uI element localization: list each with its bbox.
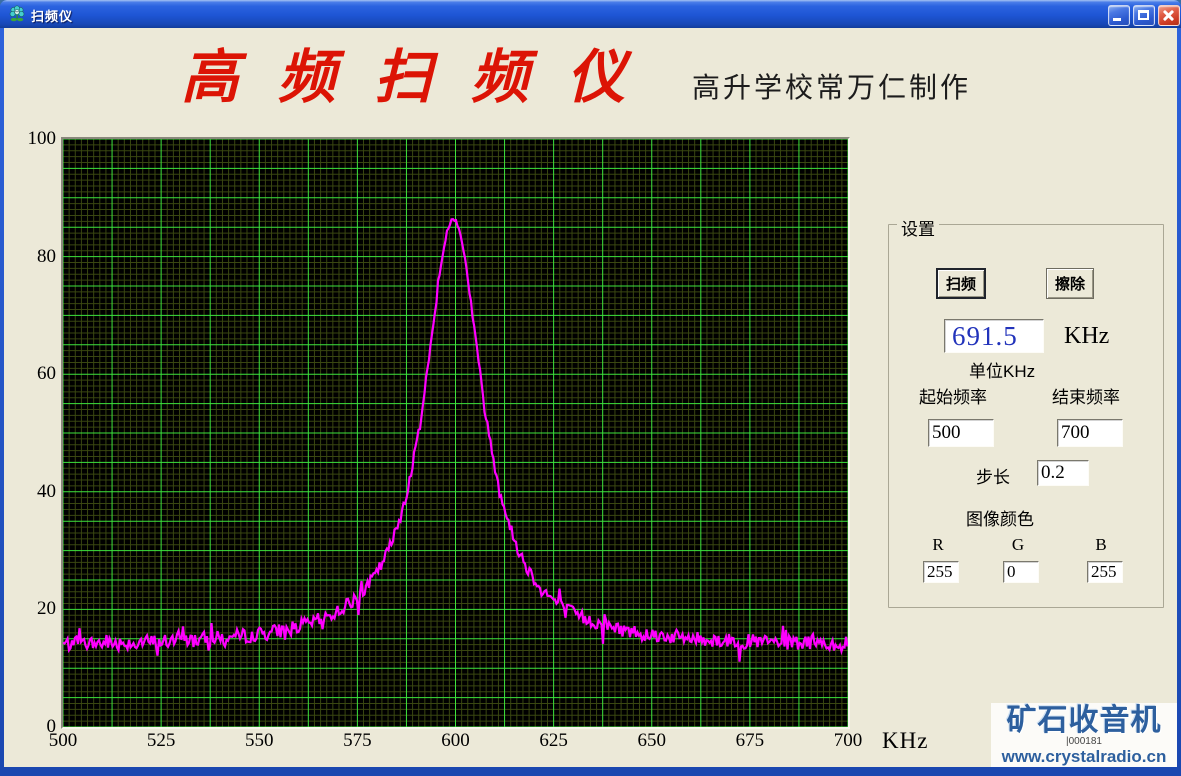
watermark-brand: 矿石收音机 (1006, 704, 1162, 737)
sweep-button[interactable]: 扫频 (936, 268, 986, 299)
b-label: B (1095, 535, 1107, 554)
frequency-display-unit: KHz (1064, 323, 1110, 349)
sweep-plot (61, 137, 850, 729)
x-tick-label: 675 (735, 730, 765, 751)
start-freq-input[interactable] (928, 419, 994, 447)
x-tick-label: 500 (48, 730, 78, 751)
watermark-serial: |000181 (1066, 736, 1102, 747)
y-tick-label: 40 (37, 480, 56, 502)
y-tick-label: 20 (37, 598, 56, 620)
watermark-url: www.crystalradio.cn (1001, 747, 1167, 766)
r-input[interactable] (923, 561, 959, 583)
end-freq-label: 结束频率 (1052, 388, 1120, 407)
frequency-display: 691.5 (944, 319, 1044, 353)
x-tick-label: 700 (833, 730, 863, 751)
step-input[interactable] (1037, 460, 1089, 486)
x-tick-label: 575 (343, 730, 372, 751)
x-tick-label: 625 (539, 730, 568, 751)
x-axis-unit: KHz (882, 728, 929, 753)
y-tick-label: 60 (37, 363, 56, 385)
y-tick-label: 100 (27, 128, 57, 149)
x-tick-label: 650 (637, 730, 667, 751)
window-title: 扫频仪 (31, 9, 74, 24)
settings-group: 设置 扫频 擦除 691.5 KHz 单位KHz 起始频率 结束频率 步长 图像… (888, 215, 1164, 608)
app-flower-icon (9, 5, 25, 22)
app-window: 扫频仪 高 频 扫 频 仪 高升学校常万仁制作 100 80 60 40 20 0 500… (0, 0, 1181, 776)
maximize-button[interactable] (1133, 5, 1155, 26)
g-input[interactable] (1003, 561, 1039, 583)
x-tick-label: 600 (441, 730, 470, 751)
x-tick-label: 525 (146, 730, 176, 751)
y-tick-label: 80 (37, 245, 56, 267)
sweep-plot-canvas (63, 139, 848, 727)
minimize-icon (1113, 18, 1121, 21)
g-label: G (1011, 535, 1025, 554)
end-freq-input[interactable] (1057, 419, 1123, 447)
start-freq-label: 起始频率 (919, 388, 987, 407)
step-label: 步长 (976, 468, 1010, 487)
x-tick-label: 550 (245, 730, 274, 751)
b-input[interactable] (1087, 561, 1123, 583)
settings-legend: 设置 (897, 215, 939, 240)
page-title: 高 频 扫 频 仪 (180, 45, 637, 110)
minimize-button[interactable] (1108, 5, 1130, 26)
r-label: R (932, 535, 944, 554)
maximize-icon (1138, 10, 1149, 20)
unit-note: 单位KHz (969, 362, 1036, 381)
title-bar[interactable]: 扫频仪 (0, 0, 1181, 28)
image-color-label: 图像颜色 (966, 510, 1034, 529)
page-subtitle: 高升学校常万仁制作 (692, 73, 972, 104)
client-area: 高 频 扫 频 仪 高升学校常万仁制作 100 80 60 40 20 0 500 525 5… (4, 28, 1177, 767)
close-button[interactable] (1158, 5, 1180, 26)
watermark: 矿石收音机 |000181 www.crystalradio.cn (991, 703, 1177, 767)
erase-button[interactable]: 擦除 (1046, 268, 1094, 299)
